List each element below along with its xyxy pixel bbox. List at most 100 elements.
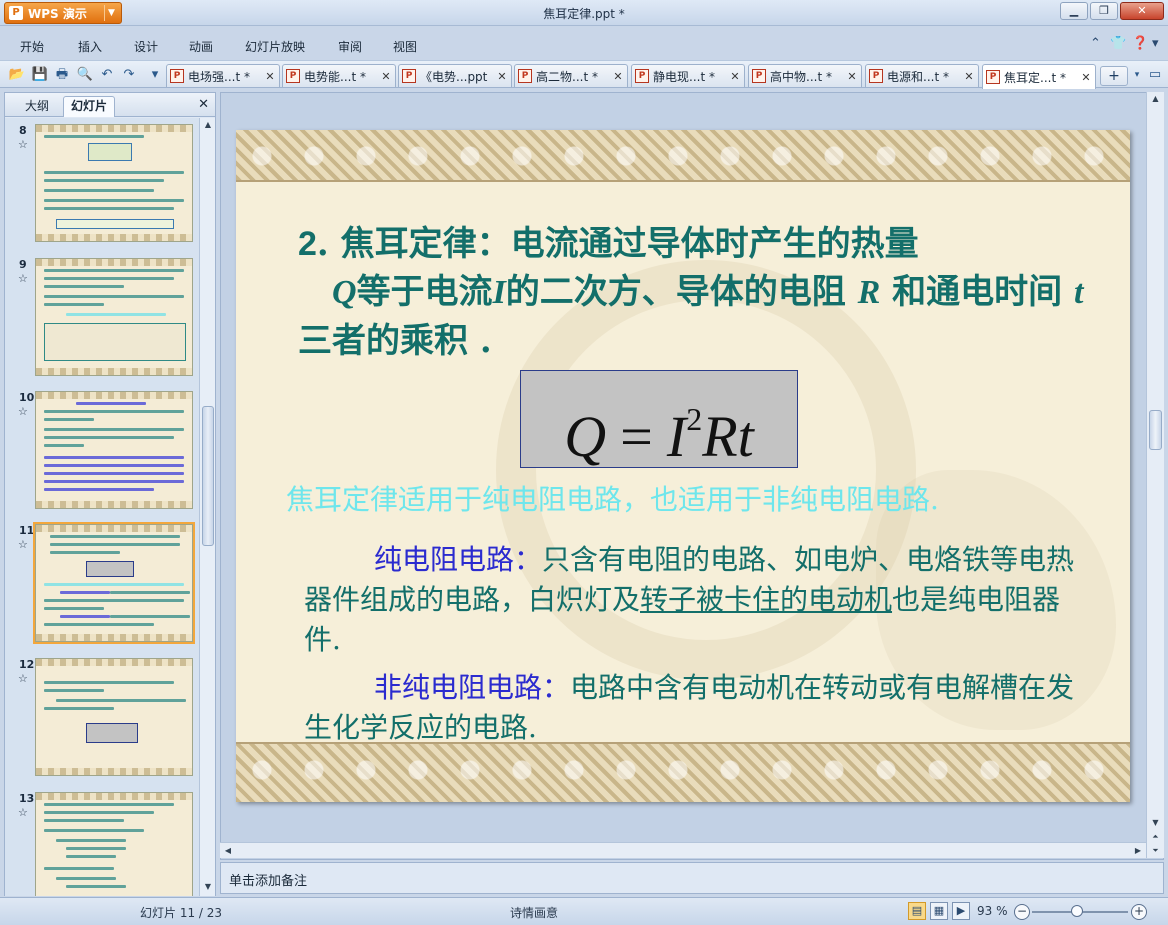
heading-text: 和通电时间 bbox=[880, 272, 1075, 312]
notes-placeholder: 单击添加备注 bbox=[229, 874, 308, 889]
scroll-right-arrow[interactable]: ▶ bbox=[1130, 844, 1146, 858]
ppt-file-icon: P bbox=[170, 69, 184, 83]
zoom-in-icon[interactable]: + bbox=[1131, 904, 1147, 920]
thumb-number: 11 bbox=[19, 524, 35, 537]
animation-star-icon: ☆ bbox=[18, 405, 28, 418]
prev-slide-icon[interactable]: ⏶ bbox=[1147, 830, 1164, 844]
scroll-thumb[interactable] bbox=[202, 406, 214, 546]
formula-box[interactable]: Q = I2Rt bbox=[520, 370, 798, 469]
applicability-text[interactable]: 焦耳定律适用于纯电阻电路，也适用于非纯电阻电路. bbox=[286, 480, 1116, 520]
close-tab-icon[interactable]: ✕ bbox=[1079, 71, 1093, 84]
help-icon[interactable]: ❓ bbox=[1132, 36, 1148, 51]
slide-counter: 幻灯片 11 / 23 bbox=[140, 906, 223, 920]
tab-doc-7[interactable]: P 电源和...t * ✕ bbox=[865, 64, 979, 87]
scroll-left-arrow[interactable]: ◀ bbox=[220, 844, 236, 858]
menu-insert[interactable]: 插入 bbox=[78, 38, 102, 55]
thumbnail-list: 8 ☆ 9 ☆ 10 ☆ 11 ☆ 12 ☆ 13 ☆ bbox=[5, 118, 199, 896]
slide-sorter-view-icon[interactable]: ▦ bbox=[930, 902, 948, 920]
non-pure-resistance-paragraph[interactable]: 非纯电阻电路：电路中含有电动机在转动或有电解槽在发生化学反应的电路. bbox=[304, 668, 1084, 748]
scroll-up-arrow[interactable]: ▲ bbox=[200, 118, 216, 132]
tab-doc-2[interactable]: P 电势能...t * ✕ bbox=[282, 64, 396, 87]
animation-star-icon: ☆ bbox=[18, 538, 28, 551]
menu-animation[interactable]: 动画 bbox=[189, 38, 213, 55]
thumbnail-scrollbar[interactable]: ▲ ▼ bbox=[199, 118, 215, 896]
close-tab-icon[interactable]: ✕ bbox=[263, 70, 277, 83]
tab-doc-1[interactable]: P 电场强...t * ✕ bbox=[166, 64, 280, 87]
slide-canvas[interactable]: 2. 焦耳定律：电流通过导体时产生的热量 Q等于电流I的二次方、导体的电阻 R 和… bbox=[236, 130, 1130, 802]
undo-icon[interactable]: ↶ bbox=[98, 66, 116, 84]
formula-i: I bbox=[666, 404, 687, 469]
notes-pane[interactable]: 单击添加备注 bbox=[220, 862, 1164, 894]
window-title: 焦耳定律.ppt * bbox=[543, 7, 625, 21]
normal-view-icon[interactable]: ▤ bbox=[908, 902, 926, 920]
menu-design[interactable]: 设计 bbox=[134, 38, 158, 55]
slide-thumbnail-9[interactable] bbox=[35, 258, 193, 376]
next-slide-icon[interactable]: ⏷ bbox=[1147, 844, 1164, 858]
zoom-slider-knob[interactable] bbox=[1071, 905, 1083, 917]
tab-doc-8-active[interactable]: P 焦耳定...t * ✕ bbox=[982, 64, 1096, 89]
tab-slides[interactable]: 幻灯片 bbox=[63, 96, 115, 117]
new-tab-button[interactable]: + bbox=[1100, 66, 1128, 86]
title-bar: P WPS 演示 ▼ 焦耳定律.ppt * ▁ ❐ ✕ bbox=[0, 0, 1168, 26]
heading-text: 三者的乘积 . bbox=[298, 321, 492, 361]
skin-shirt-icon[interactable]: 👕 bbox=[1110, 36, 1126, 51]
slide-thumbnail-13[interactable] bbox=[35, 792, 193, 896]
close-tab-icon[interactable]: ✕ bbox=[495, 70, 509, 83]
ppt-file-icon: P bbox=[518, 69, 532, 83]
ppt-file-icon: P bbox=[986, 70, 1000, 84]
ppt-file-icon: P bbox=[869, 69, 883, 83]
close-tab-icon[interactable]: ✕ bbox=[962, 70, 976, 83]
menu-view[interactable]: 视图 bbox=[393, 38, 417, 55]
tab-doc-6[interactable]: P 高中物...t * ✕ bbox=[748, 64, 862, 87]
minimize-button[interactable]: ▁ bbox=[1060, 2, 1088, 20]
close-tab-icon[interactable]: ✕ bbox=[728, 70, 742, 83]
zoom-out-icon[interactable]: − bbox=[1014, 904, 1030, 920]
close-button[interactable]: ✕ bbox=[1120, 2, 1164, 20]
tab-list-dropdown-icon[interactable]: ▾ bbox=[1128, 66, 1146, 84]
slides-pane: 大纲 幻灯片 ✕ 8 ☆ 9 ☆ 10 ☆ 11 ☆ 12 ☆ 13 ☆ ▲ ▼ bbox=[4, 92, 216, 896]
thumb-number: 8 bbox=[19, 124, 27, 137]
ppt-file-icon: P bbox=[752, 69, 766, 83]
editor-vertical-scrollbar[interactable]: ▲ ▼ ⏶ ⏷ bbox=[1146, 92, 1164, 858]
close-tab-icon[interactable]: ✕ bbox=[611, 70, 625, 83]
theme-name: 诗情画意 bbox=[510, 906, 559, 920]
menu-review[interactable]: 审阅 bbox=[338, 38, 362, 55]
slide-heading[interactable]: 2. 焦耳定律：电流通过导体时产生的热量 Q等于电流I的二次方、导体的电阻 R 和… bbox=[298, 220, 1098, 365]
menu-home[interactable]: 开始 bbox=[20, 38, 44, 55]
save-icon[interactable]: 💾 bbox=[31, 66, 49, 84]
formula-exponent: 2 bbox=[686, 401, 703, 437]
scroll-down-arrow[interactable]: ▼ bbox=[200, 880, 216, 894]
print-preview-icon[interactable]: 🔍 bbox=[76, 66, 94, 84]
customize-toolbar-icon[interactable]: ▾ bbox=[146, 66, 164, 84]
scroll-down-arrow[interactable]: ▼ bbox=[1147, 816, 1164, 830]
slide-thumbnail-12[interactable] bbox=[35, 658, 193, 776]
pure-resistance-paragraph[interactable]: 纯电阻电路：只含有电阻的电路、如电炉、电烙铁等电热器件组成的电路，白炽灯及转子被… bbox=[304, 540, 1084, 660]
slideshow-view-icon[interactable]: ▶ bbox=[952, 902, 970, 920]
tab-label: 电源和...t * bbox=[887, 69, 949, 84]
var-r: R bbox=[857, 274, 881, 311]
slide-thumbnail-11[interactable] bbox=[33, 522, 195, 644]
maximize-button[interactable]: ❐ bbox=[1090, 2, 1118, 20]
tab-doc-3[interactable]: P 《电势...ppt ✕ bbox=[398, 64, 512, 87]
print-icon[interactable]: 🖶 bbox=[53, 66, 71, 84]
animation-star-icon: ☆ bbox=[18, 672, 28, 685]
collapse-ribbon-icon[interactable]: ⌃ bbox=[1090, 36, 1101, 51]
redo-icon[interactable]: ↷ bbox=[120, 66, 138, 84]
scroll-up-arrow[interactable]: ▲ bbox=[1147, 92, 1164, 106]
more-arrow-icon[interactable]: ▾ bbox=[1152, 36, 1159, 51]
tab-doc-4[interactable]: P 高二物...t * ✕ bbox=[514, 64, 628, 87]
close-pane-icon[interactable]: ✕ bbox=[198, 97, 209, 112]
close-tab-icon[interactable]: ✕ bbox=[379, 70, 393, 83]
tab-outline[interactable]: 大纲 bbox=[11, 96, 63, 117]
nonpure-lead: 非纯电阻电路： bbox=[374, 671, 571, 704]
restore-layout-icon[interactable]: ▭ bbox=[1146, 66, 1164, 84]
tab-label: 电势能...t * bbox=[304, 69, 366, 84]
scroll-thumb[interactable] bbox=[1149, 410, 1162, 450]
tab-doc-5[interactable]: P 静电现...t * ✕ bbox=[631, 64, 745, 87]
editor-horizontal-scrollbar[interactable]: ◀ ▶ bbox=[220, 842, 1146, 858]
slide-thumbnail-8[interactable] bbox=[35, 124, 193, 242]
menu-slideshow[interactable]: 幻灯片放映 bbox=[245, 38, 305, 55]
close-tab-icon[interactable]: ✕ bbox=[845, 70, 859, 83]
open-folder-icon[interactable]: 📂 bbox=[8, 66, 26, 84]
slide-thumbnail-10[interactable] bbox=[35, 391, 193, 509]
